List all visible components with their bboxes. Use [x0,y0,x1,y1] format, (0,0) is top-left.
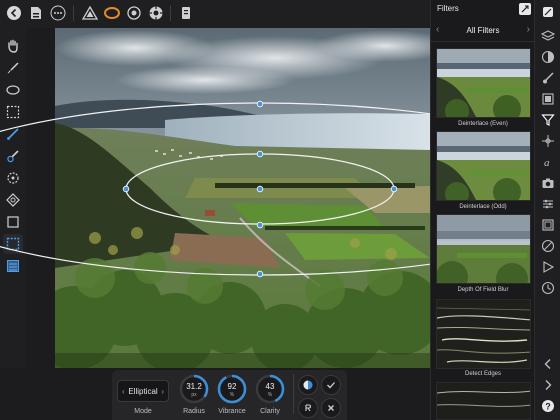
clarity-dial[interactable]: 43 % [254,373,286,405]
help-icon[interactable]: ? [540,398,556,414]
persona-tone-icon[interactable] [80,3,100,23]
panel-header: Filters [431,0,535,18]
document-icon[interactable] [26,3,46,23]
top-toolbar [0,0,430,28]
persona-export-icon[interactable] [146,3,166,23]
camera-icon[interactable] [540,175,556,191]
transform-icon[interactable] [540,133,556,149]
crop-icon[interactable] [540,217,556,233]
persona-liquify-icon[interactable] [124,3,144,23]
clarity-value: 43 [265,382,275,391]
adjustments-icon[interactable] [540,49,556,65]
flood-select-icon[interactable] [3,168,23,188]
more-icon[interactable] [48,3,68,23]
brushes-icon[interactable] [540,4,556,20]
block-icon[interactable] [540,238,556,254]
landscape-photo [55,28,430,368]
layers-icon[interactable] [540,28,556,44]
radius-value: 31.2 [186,382,202,391]
chevron-left-icon[interactable]: ‹ [122,387,125,396]
panel-title: Filters [437,4,459,13]
history-icon[interactable] [540,280,556,296]
tools-panel [0,28,26,420]
image-canvas[interactable] [55,28,430,368]
apply-icon[interactable] [321,375,341,395]
clarity-label: Clarity [260,408,280,415]
reset-icon[interactable] [298,398,318,418]
vibrance-dial[interactable]: 92 % [216,373,248,405]
back-icon[interactable] [4,3,24,23]
chevron-right-icon[interactable]: › [527,24,530,35]
filter-label: Detect Edges [464,371,502,377]
category-nav: ‹ All Filters › [431,20,535,42]
category-title: All Filters [466,26,500,35]
clone-tool-icon[interactable] [3,190,23,210]
filter-label: Deinterlace (Even) [458,121,508,127]
view-tool-icon[interactable] [3,36,23,56]
channels-icon[interactable] [540,91,556,107]
mode-value: Elliptical [128,386,158,396]
selection-brush-icon[interactable] [3,58,23,78]
sliders-icon[interactable] [540,196,556,212]
mask-toggle-icon[interactable] [298,375,318,395]
studio-strip: a ? [534,0,560,420]
persona-develop-icon[interactable] [102,3,122,23]
brush-tool-icon[interactable] [3,146,23,166]
collapse-icon[interactable] [540,356,556,372]
elliptical-marquee-icon[interactable] [3,80,23,100]
rectangular-marquee-icon[interactable] [3,102,23,122]
crop-tool-icon[interactable] [3,212,23,232]
chevron-right-icon[interactable]: › [161,387,164,396]
svg-text:a: a [544,157,550,169]
brush-studio-icon[interactable] [540,70,556,86]
radius-unit: px [191,392,197,398]
panel-options-icon[interactable] [519,3,531,15]
vibrance-label: Vibrance [218,408,246,415]
filter-thumb[interactable] [436,131,531,201]
svg-text:?: ? [545,402,551,412]
filters-icon[interactable] [540,112,556,128]
filter-label: Depth Of Field Blur [457,287,509,293]
blend-ranges-icon[interactable] [3,256,23,276]
filter-thumb[interactable] [436,214,531,284]
filters-panel: Filters ‹ All Filters › Deinterlace (Eve… [430,0,535,420]
radius-label: Radius [183,408,205,415]
pen-tool-icon[interactable] [3,124,23,144]
play-icon[interactable] [540,259,556,275]
filter-thumb[interactable] [436,48,531,118]
mask-tool-icon[interactable] [3,234,23,254]
mode-label: Mode [134,408,152,415]
help-icon[interactable] [176,3,196,23]
vibrance-value: 92 [227,382,237,391]
filter-thumb[interactable] [436,382,531,420]
cancel-icon[interactable] [321,398,341,418]
radius-dial[interactable]: 31.2 px [178,373,210,405]
filter-label: Deinterlace (Odd) [459,204,507,210]
filter-thumb[interactable] [436,299,531,369]
expand-icon[interactable] [540,377,556,393]
clarity-unit: % [267,392,273,398]
mode-selector[interactable]: ‹ Elliptical › [117,380,169,402]
styles-icon[interactable]: a [540,154,556,170]
vibrance-unit: % [229,392,235,398]
